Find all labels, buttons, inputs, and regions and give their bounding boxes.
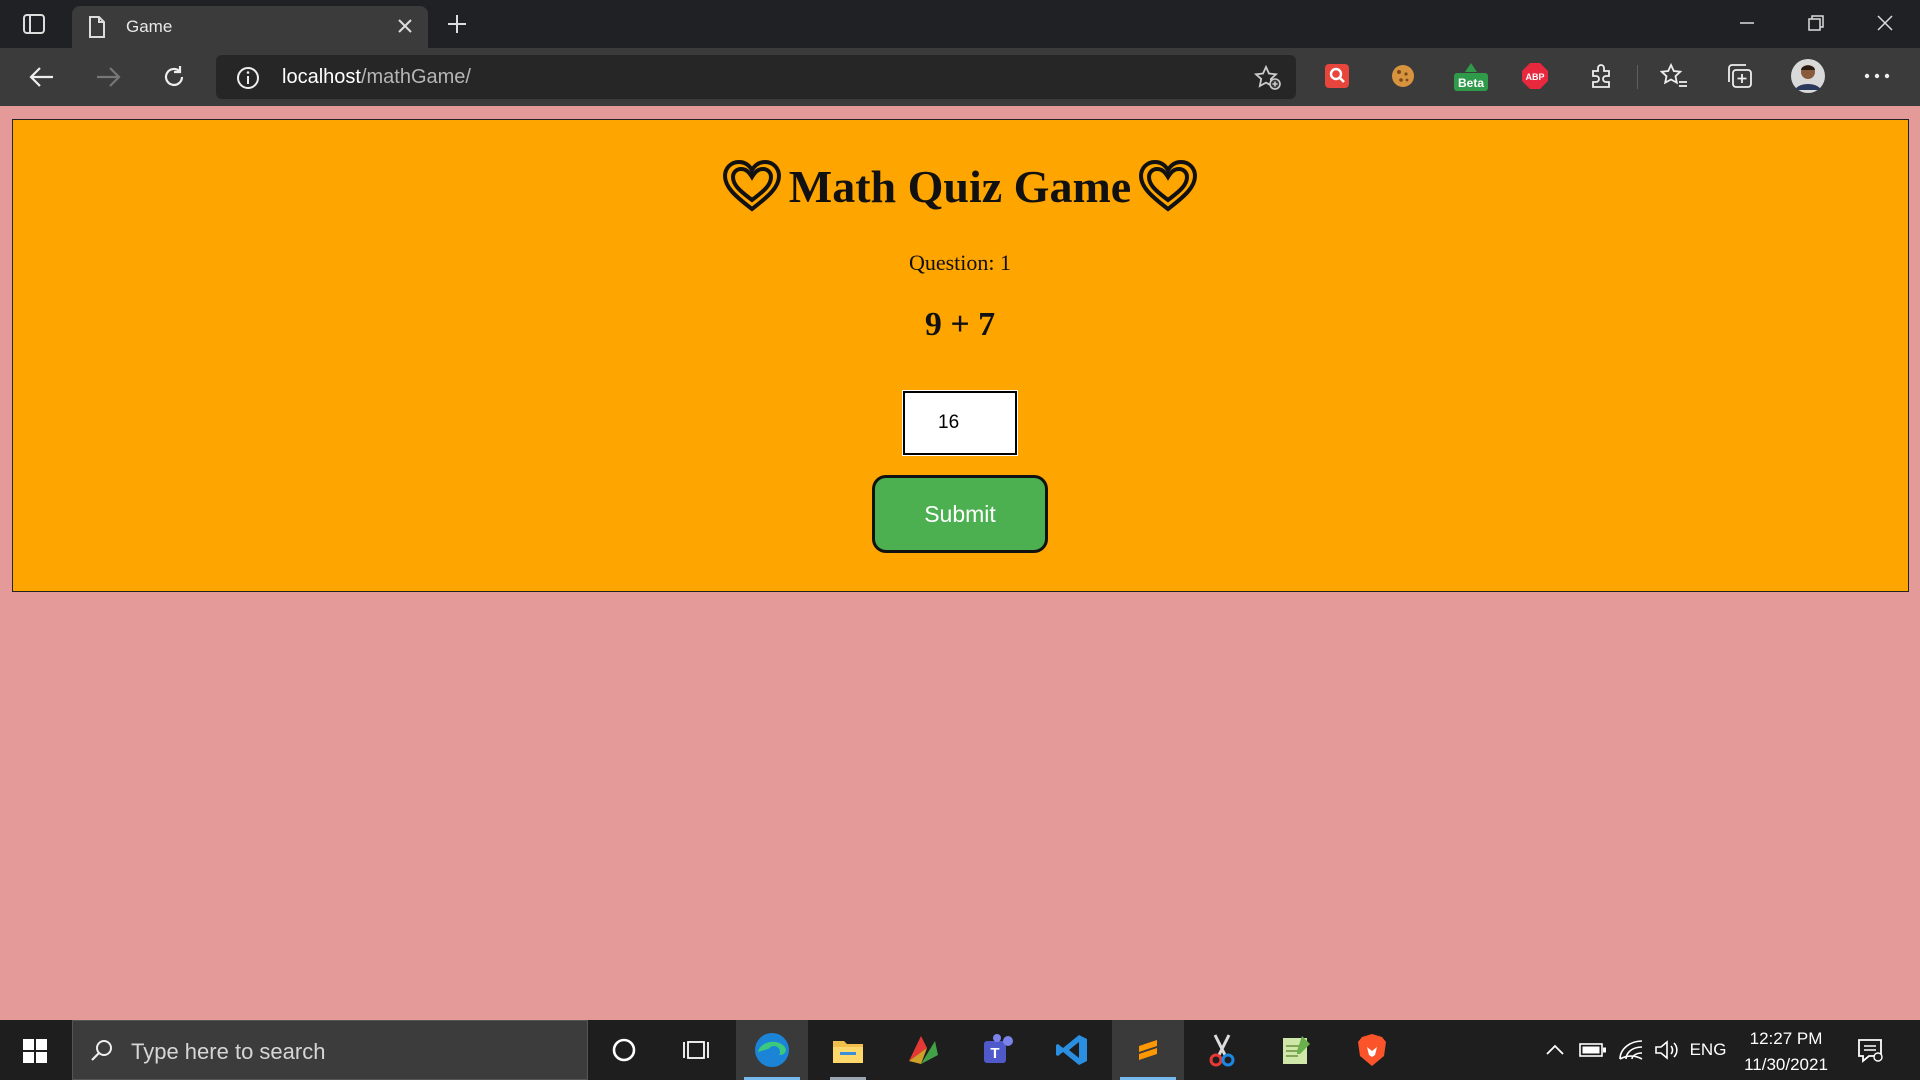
math-problem: 9 + 7 (924, 306, 996, 343)
clock-date: 11/30/2021 (1744, 1055, 1828, 1074)
profile-avatar[interactable] (1790, 58, 1826, 94)
url-text: localhost/mathGame/ (282, 66, 471, 89)
adblock-plus-icon[interactable]: ABP (1520, 61, 1550, 91)
volume-icon[interactable] (1650, 1038, 1684, 1062)
address-bar[interactable]: localhost/mathGame/ (216, 55, 1296, 99)
vscode-icon[interactable] (1036, 1020, 1108, 1080)
more-options-icon[interactable] (1862, 61, 1892, 91)
refresh-icon[interactable] (156, 60, 192, 94)
url-path: /mathGame/ (360, 66, 471, 88)
edge-browser-icon[interactable] (736, 1020, 808, 1080)
url-host: localhost (282, 66, 361, 88)
page-title: Math Quiz Game (0, 159, 1920, 223)
chevron-up-icon[interactable] (1540, 1038, 1570, 1062)
back-icon[interactable] (24, 60, 60, 94)
sublime-text-icon[interactable] (1112, 1020, 1184, 1080)
search-placeholder: Type here to search (131, 1039, 326, 1064)
battery-icon[interactable] (1576, 1038, 1610, 1062)
forward-icon[interactable] (90, 60, 126, 94)
favorites-icon[interactable] (1659, 61, 1689, 91)
submit-button[interactable]: Submit (872, 475, 1048, 553)
close-tab-icon[interactable] (396, 17, 414, 40)
extensions-puzzle-icon[interactable] (1586, 61, 1616, 91)
browser-tab-bar: Game (0, 0, 1920, 48)
snipping-tool-icon[interactable] (1186, 1020, 1258, 1080)
tab-title: Game (126, 17, 173, 36)
minimize-icon[interactable] (1724, 8, 1770, 38)
system-clock[interactable]: 12:27 PM 11/30/2021 (1730, 1026, 1842, 1078)
windows-start-icon[interactable] (12, 1032, 58, 1070)
file-explorer-icon[interactable] (812, 1020, 884, 1080)
brave-browser-icon[interactable] (1336, 1020, 1408, 1080)
task-view-icon[interactable] (660, 1020, 732, 1080)
browser-toolbar: localhost/mathGame/ Beta ABP (0, 48, 1920, 106)
abp-label: ABP (1525, 72, 1544, 82)
page-icon (88, 16, 106, 43)
heart-icon (722, 159, 781, 223)
toolbar-separator (1637, 65, 1638, 89)
taskbar-search[interactable]: Type here to search (72, 1020, 588, 1080)
add-favorite-icon[interactable] (1253, 64, 1282, 96)
restore-icon[interactable] (1793, 8, 1839, 38)
close-window-icon[interactable] (1862, 8, 1908, 38)
answer-input[interactable] (902, 390, 1018, 456)
beta-extension-icon[interactable]: Beta (1452, 58, 1490, 92)
search-icon (89, 1038, 115, 1069)
notification-center-icon[interactable] (1856, 1036, 1884, 1069)
question-number: Question: 1 (908, 250, 1012, 275)
cookie-icon[interactable] (1388, 61, 1418, 91)
clock-time: 12:27 PM (1749, 1029, 1823, 1048)
site-info-icon[interactable] (236, 66, 260, 95)
heart-icon (1139, 159, 1198, 223)
language-indicator[interactable]: ENG (1688, 1038, 1728, 1062)
new-tab-icon[interactable] (442, 10, 472, 38)
browser-tab[interactable]: Game (72, 6, 428, 48)
cortana-icon[interactable] (588, 1020, 660, 1080)
office-app-icon[interactable] (886, 1020, 958, 1080)
beta-badge: Beta (1458, 76, 1484, 90)
collections-icon[interactable] (1725, 61, 1755, 91)
notepad-icon[interactable] (1260, 1020, 1332, 1080)
wifi-icon[interactable] (1614, 1038, 1648, 1062)
search-extension-icon[interactable] (1322, 61, 1352, 91)
windows-taskbar: Type here to search T ENG 12:27 PM 11/30… (0, 1020, 1920, 1080)
teams-icon[interactable]: T (962, 1020, 1034, 1080)
game-title-text: Math Quiz Game (788, 161, 1132, 213)
svg-text:T: T (990, 1045, 999, 1062)
tab-actions-icon[interactable] (18, 10, 50, 38)
